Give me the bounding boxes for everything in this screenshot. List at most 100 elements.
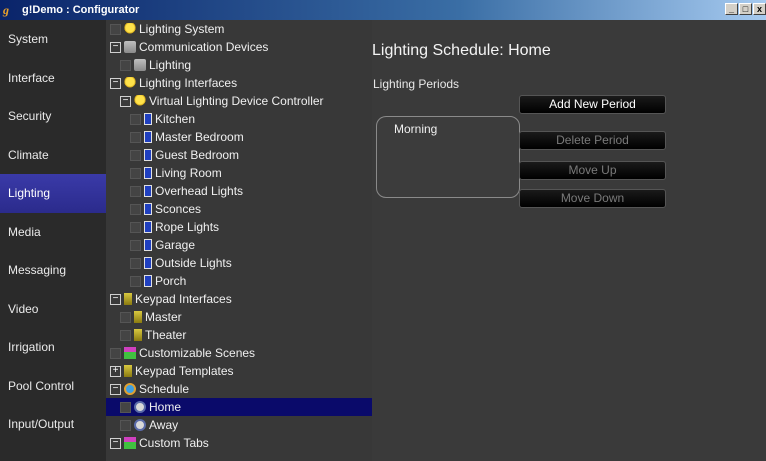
light-bulb-icon xyxy=(134,95,146,107)
add-period-button[interactable]: Add New Period xyxy=(519,95,666,114)
collapse-icon[interactable]: − xyxy=(110,383,121,395)
tree-node[interactable]: Away xyxy=(106,416,372,434)
tree-node[interactable]: − Custom Tabs xyxy=(106,434,372,452)
tree-node[interactable]: Customizable Scenes xyxy=(106,344,372,362)
tree-node[interactable]: − Virtual Lighting Device Controller xyxy=(106,92,372,110)
light-bulb-icon xyxy=(124,77,136,89)
window-controls: _ □ x xyxy=(725,3,766,15)
tree-spacer xyxy=(120,419,131,431)
tree-node[interactable]: Outside Lights xyxy=(106,254,372,272)
device-icon xyxy=(134,59,146,71)
nav-item-interface[interactable]: Interface xyxy=(0,59,106,98)
load-icon xyxy=(144,149,152,161)
tree-node-label: Lighting Interfaces xyxy=(139,76,238,90)
delete-period-button[interactable]: Delete Period xyxy=(519,131,666,150)
page-title: Lighting Schedule: Home xyxy=(372,42,551,59)
load-icon xyxy=(144,221,152,233)
tree-node[interactable]: + Keypad Templates xyxy=(106,362,372,380)
tree-node-label: Communication Devices xyxy=(139,40,269,54)
scene-icon xyxy=(124,347,136,359)
load-icon xyxy=(144,167,152,179)
tree-node[interactable]: Sconces xyxy=(106,200,372,218)
expand-icon[interactable]: + xyxy=(110,365,121,377)
minimize-button[interactable]: _ xyxy=(725,3,738,15)
tree-node[interactable]: Porch xyxy=(106,272,372,290)
tree-spacer xyxy=(120,311,131,323)
nav-item-climate[interactable]: Climate xyxy=(0,136,106,175)
nav-item-security[interactable]: Security xyxy=(0,97,106,136)
tree-node-label: Outside Lights xyxy=(155,256,232,270)
tree-node-label: Away xyxy=(149,418,179,432)
tree-node[interactable]: Home xyxy=(106,398,372,416)
app-logo-icon: g xyxy=(3,3,9,17)
tree-node[interactable]: − Schedule xyxy=(106,380,372,398)
tree-node-label: Overhead Lights xyxy=(155,184,244,198)
scene-icon xyxy=(124,437,136,449)
nav-item-media[interactable]: Media xyxy=(0,213,106,252)
period-item[interactable]: Morning xyxy=(394,122,437,136)
nav-item-pool-control[interactable]: Pool Control xyxy=(0,367,106,406)
tree-node-label: Master xyxy=(145,310,182,324)
close-button[interactable]: x xyxy=(753,3,766,15)
tree-node[interactable]: − Keypad Interfaces xyxy=(106,290,372,308)
nav-item-input-output[interactable]: Input/Output xyxy=(0,405,106,444)
tree-node[interactable]: Living Room xyxy=(106,164,372,182)
tree-node[interactable]: Rope Lights xyxy=(106,218,372,236)
tree-spacer xyxy=(110,347,121,359)
tree-spacer xyxy=(110,23,121,35)
tree-spacer xyxy=(120,401,131,413)
tree-spacer xyxy=(130,131,141,143)
keypad-icon xyxy=(134,329,142,341)
tree-node[interactable]: Overhead Lights xyxy=(106,182,372,200)
collapse-icon[interactable]: − xyxy=(110,77,121,89)
keypad-icon xyxy=(124,293,132,305)
tree-spacer xyxy=(120,59,131,71)
device-icon xyxy=(124,41,136,53)
tree-spacer xyxy=(130,239,141,251)
tree-node[interactable]: − Communication Devices xyxy=(106,38,372,56)
keypad-icon xyxy=(134,311,142,323)
collapse-icon[interactable]: − xyxy=(110,41,121,53)
nav-item-messaging[interactable]: Messaging xyxy=(0,251,106,290)
maximize-button[interactable]: □ xyxy=(739,3,752,15)
tree-node[interactable]: − Lighting Interfaces xyxy=(106,74,372,92)
nav-item-video[interactable]: Video xyxy=(0,290,106,329)
move-up-button[interactable]: Move Up xyxy=(519,161,666,180)
tree-node[interactable]: Guest Bedroom xyxy=(106,146,372,164)
tree-node-label: Kitchen xyxy=(155,112,196,126)
tree-spacer xyxy=(130,113,141,125)
tree-node[interactable]: Theater xyxy=(106,326,372,344)
load-icon xyxy=(144,239,152,251)
nav-item-system[interactable]: System xyxy=(0,20,106,59)
collapse-icon[interactable]: − xyxy=(110,437,121,449)
periods-list[interactable]: Morning xyxy=(376,116,520,198)
tree-node-label: Garage xyxy=(155,238,196,252)
tree-node[interactable]: Lighting xyxy=(106,56,372,74)
tree-node[interactable]: Master Bedroom xyxy=(106,128,372,146)
tree-node[interactable]: Lighting System xyxy=(106,20,372,38)
collapse-icon[interactable]: − xyxy=(120,95,131,107)
tree-node-label: Keypad Templates xyxy=(135,364,234,378)
collapse-icon[interactable]: − xyxy=(110,293,121,305)
light-bulb-icon xyxy=(124,23,136,35)
tree-spacer xyxy=(130,275,141,287)
tree-node[interactable]: Kitchen xyxy=(106,110,372,128)
tree-node-label: Keypad Interfaces xyxy=(135,292,232,306)
tree-spacer xyxy=(130,149,141,161)
tree-node-label: Custom Tabs xyxy=(139,436,209,450)
move-down-button[interactable]: Move Down xyxy=(519,189,666,208)
tree-node-label: Porch xyxy=(155,274,187,288)
clock-icon xyxy=(134,419,146,431)
load-icon xyxy=(144,257,152,269)
keypad-icon xyxy=(124,365,132,377)
lighting-schedule-panel: Lighting Schedule: Home Lighting Periods… xyxy=(372,20,766,461)
tree-spacer xyxy=(130,203,141,215)
tree-node[interactable]: Master xyxy=(106,308,372,326)
nav-item-lighting[interactable]: Lighting xyxy=(0,174,106,213)
nav-item-irrigation[interactable]: Irrigation xyxy=(0,328,106,367)
tree-node[interactable]: Garage xyxy=(106,236,372,254)
tree-node-label: Virtual Lighting Device Controller xyxy=(149,94,324,108)
load-icon xyxy=(144,203,152,215)
tree-spacer xyxy=(130,257,141,269)
tree-node-label: Guest Bedroom xyxy=(155,148,240,162)
